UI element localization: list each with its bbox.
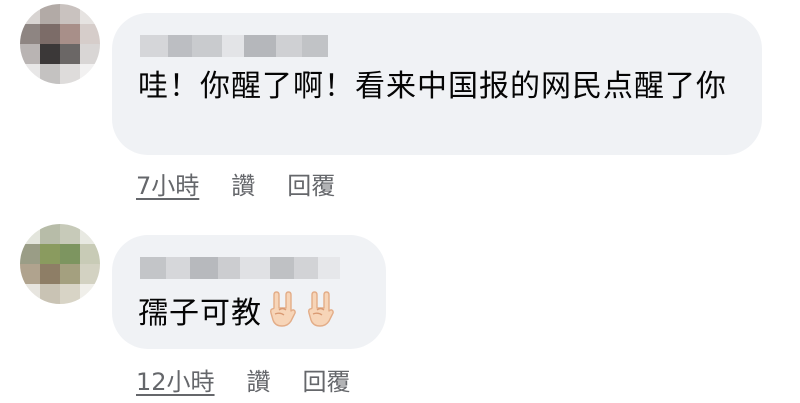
reply-button[interactable]: 回覆	[303, 362, 351, 397]
like-button[interactable]: 讚	[231, 166, 255, 201]
comment-timestamp[interactable]: 7小時	[136, 166, 199, 201]
comment-actions: 7小時 讚 回覆	[136, 166, 335, 201]
sign-of-the-horns-icon	[266, 291, 300, 338]
comment-text-body: 孺子可教	[138, 296, 262, 331]
comment-text: 哇！你醒了啊！看来中国报的网民点醒了你	[138, 69, 727, 104]
like-button[interactable]: 讚	[247, 362, 271, 397]
sign-of-the-horns-icon	[304, 291, 338, 338]
blurred-author-name[interactable]	[140, 35, 328, 57]
avatar[interactable]	[20, 224, 100, 304]
comment-timestamp[interactable]: 12小時	[136, 362, 215, 397]
avatar[interactable]	[20, 4, 100, 84]
comment-actions: 12小時 讚 回覆	[136, 362, 351, 397]
comment-bubble: 哇！你醒了啊！看来中国报的网民点醒了你	[112, 13, 762, 155]
blurred-author-name[interactable]	[140, 257, 340, 279]
comment-bubble: 孺子可教	[112, 235, 386, 349]
reply-button[interactable]: 回覆	[287, 166, 335, 201]
comment-text: 孺子可教	[138, 291, 338, 338]
